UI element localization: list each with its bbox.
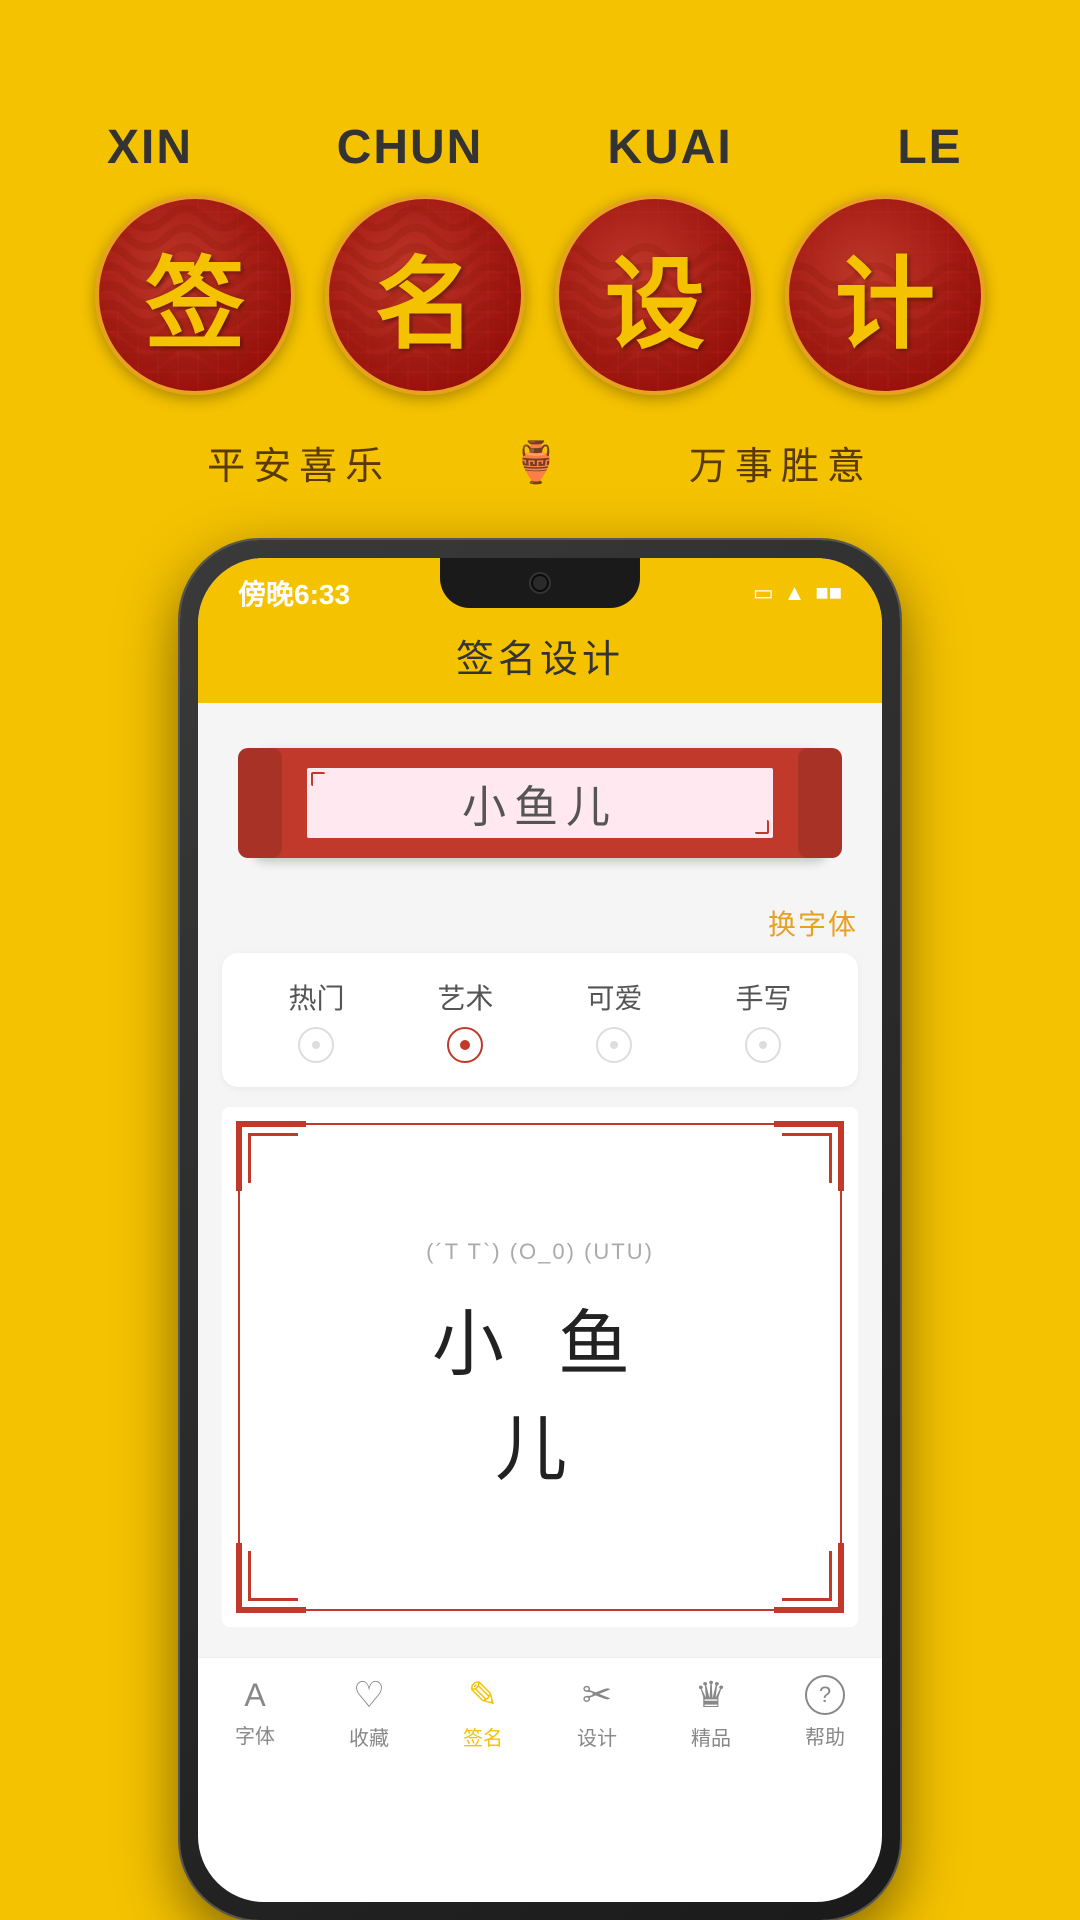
preview-area: (´T T`) (O_0) (UTU) 小 鱼 儿 xyxy=(222,1107,858,1627)
nav-label-help: 帮助 xyxy=(805,1721,845,1750)
nav-label-font: 字体 xyxy=(235,1720,275,1749)
phone-inner: 傍晚6:33 ▭ ▲ ■■ 签名设计 小鱼儿 xyxy=(198,558,882,1902)
char-she: 设 xyxy=(605,223,705,368)
subtitle-icon: 🏺 xyxy=(511,439,569,486)
nav-label-collect: 收藏 xyxy=(349,1722,389,1751)
top-section: XIN CHUN KUAI LE xyxy=(0,0,1080,490)
char-circle-ji: 计 xyxy=(785,195,985,395)
char-qian: 签 xyxy=(145,223,245,368)
scroll-knob-left xyxy=(238,748,282,858)
nav-icon-premium: ♛ xyxy=(695,1674,727,1716)
nav-icon-help: ? xyxy=(805,1675,845,1715)
cat-label-art: 艺术 xyxy=(437,977,493,1017)
pinyin-xin: XIN xyxy=(60,120,240,175)
preview-emoticons: (´T T`) (O_0) (UTU) xyxy=(381,1239,699,1265)
nav-item-design[interactable]: ✂ 设计 xyxy=(577,1674,617,1751)
char-circle-ming: 名 xyxy=(325,195,525,395)
app-title: 签名设计 xyxy=(198,628,882,683)
cat-label-handwrite: 手写 xyxy=(735,977,791,1017)
nav-icon-font: A xyxy=(244,1677,265,1714)
pinyin-kuai: KUAI xyxy=(580,120,760,175)
app-header: 签名设计 xyxy=(198,618,882,703)
phone-outer: 傍晚6:33 ▭ ▲ ■■ 签名设计 小鱼儿 xyxy=(180,540,900,1920)
nav-label-design: 设计 xyxy=(577,1722,617,1751)
cat-indicator-hot xyxy=(298,1027,334,1063)
phone-mockup: 傍晚6:33 ▭ ▲ ■■ 签名设计 小鱼儿 xyxy=(180,540,900,1920)
pinyin-row: XIN CHUN KUAI LE xyxy=(60,120,1020,175)
category-tabs: 热门 艺术 可爱 xyxy=(222,953,858,1087)
subtitle-row: 平安喜乐 🏺 万事胜意 xyxy=(207,435,873,490)
nav-label-premium: 精品 xyxy=(691,1722,731,1751)
status-time: 傍晚6:33 xyxy=(238,573,350,613)
status-icons: ▭ ▲ ■■ xyxy=(753,580,842,606)
cat-tab-handwrite[interactable]: 手写 xyxy=(715,969,811,1071)
pinyin-le: LE xyxy=(840,120,1020,175)
corner-bl-inner xyxy=(248,1551,298,1601)
nav-item-help[interactable]: ? 帮助 xyxy=(805,1675,845,1750)
char-circle-she: 设 xyxy=(555,195,755,395)
bottom-nav: A 字体 ♡ 收藏 ✎ 签名 ✂ 设计 ♛ 精品 xyxy=(198,1657,882,1777)
nav-label-sign: 签名 xyxy=(463,1722,503,1751)
nav-icon-sign: ✎ xyxy=(468,1674,498,1716)
nav-item-sign[interactable]: ✎ 签名 xyxy=(463,1674,503,1751)
corner-br-inner xyxy=(782,1551,832,1601)
char-ming: 名 xyxy=(375,223,475,368)
battery-icon: ▭ xyxy=(753,580,774,606)
scroll-name-text: 小鱼儿 xyxy=(462,771,618,835)
circles-row: 签 名 xyxy=(95,195,985,395)
cat-tab-cute[interactable]: 可爱 xyxy=(566,969,662,1071)
scroll-inner: 小鱼儿 xyxy=(305,766,774,840)
wifi-icon: ▲ xyxy=(784,580,806,606)
font-switch-button[interactable]: 换字体 xyxy=(768,909,858,940)
cat-label-hot: 热门 xyxy=(288,977,344,1017)
nav-item-premium[interactable]: ♛ 精品 xyxy=(691,1674,731,1751)
cat-indicator-cute xyxy=(596,1027,632,1063)
nav-icon-collect: ♡ xyxy=(353,1674,385,1716)
cat-indicator-handwrite xyxy=(745,1027,781,1063)
scroll-body: 小鱼儿 xyxy=(254,748,826,858)
char-circle-qian: 签 xyxy=(95,195,295,395)
corner-tl-inner xyxy=(248,1133,298,1183)
subtitle-right: 万事胜意 xyxy=(689,435,873,490)
signal-icon: ■■ xyxy=(815,580,842,606)
nav-item-font[interactable]: A 字体 xyxy=(235,1677,275,1749)
preview-content: (´T T`) (O_0) (UTU) 小 鱼 儿 xyxy=(381,1239,699,1495)
app-content: 小鱼儿 换字体 热门 xyxy=(198,703,882,1657)
nav-item-collect[interactable]: ♡ 收藏 xyxy=(349,1674,389,1751)
cat-tab-art[interactable]: 艺术 xyxy=(417,969,513,1071)
cat-label-cute: 可爱 xyxy=(586,977,642,1017)
nav-icon-design: ✂ xyxy=(582,1674,612,1716)
preview-name: 小 鱼 儿 xyxy=(381,1285,699,1495)
cat-tab-hot[interactable]: 热门 xyxy=(268,969,364,1071)
char-ji: 计 xyxy=(835,223,935,368)
phone-notch xyxy=(440,558,640,608)
scroll-banner: 小鱼儿 xyxy=(222,723,858,883)
subtitle-left: 平安喜乐 xyxy=(207,435,391,490)
scroll-knob-right xyxy=(798,748,842,858)
corner-tr-inner xyxy=(782,1133,832,1183)
font-switch-row: 换字体 xyxy=(222,903,858,943)
cat-indicator-art xyxy=(447,1027,483,1063)
phone-camera xyxy=(529,572,551,594)
pinyin-chun: CHUN xyxy=(320,120,500,175)
cat-dot-art xyxy=(460,1040,470,1050)
